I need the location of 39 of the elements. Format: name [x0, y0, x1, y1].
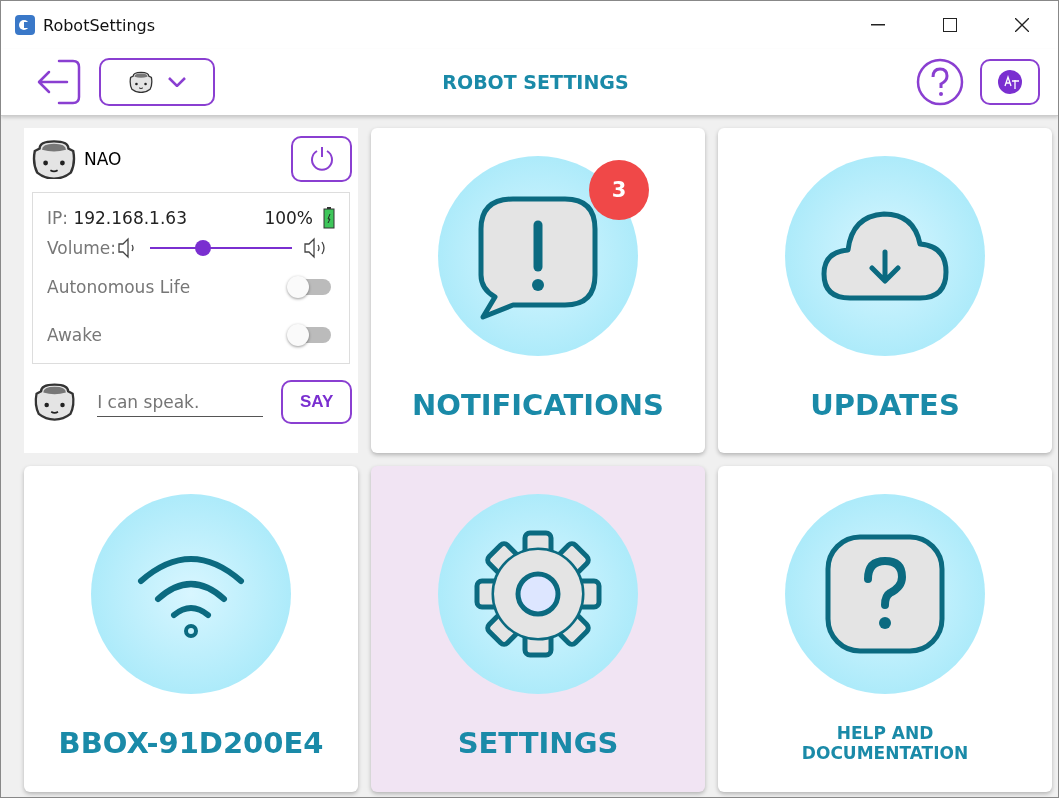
caret-icon	[168, 77, 186, 87]
app-icon	[15, 15, 35, 35]
notifications-tile[interactable]: 3 NOTIFICATIONS	[371, 128, 705, 453]
maximize-icon[interactable]	[943, 18, 957, 32]
gear-icon	[473, 529, 603, 659]
toggle-label: Autonomous Life	[47, 276, 192, 299]
ip-label: IP:	[47, 208, 68, 228]
tile-label: UPDATES	[810, 386, 960, 424]
translate-icon	[997, 69, 1023, 95]
robot-name: NAO	[84, 149, 123, 169]
power-icon	[308, 146, 335, 172]
volume-label: Volume:	[47, 238, 116, 258]
ip-address: 192.168.1.63	[73, 208, 188, 228]
page-title: ROBOT SETTINGS	[441, 71, 630, 93]
close-icon[interactable]	[1015, 18, 1029, 32]
battery-icon	[323, 207, 335, 229]
toggle-label: Awake	[47, 324, 103, 347]
robot-icon	[128, 70, 154, 94]
robot-selector[interactable]	[99, 58, 215, 106]
help-tile[interactable]: HELP AND DOCUMENTATION	[718, 466, 1052, 792]
tile-label: HELP AND DOCUMENTATION	[800, 722, 970, 765]
help-icon[interactable]	[916, 58, 964, 106]
updates-tile[interactable]: UPDATES	[718, 128, 1052, 453]
power-button[interactable]	[291, 136, 352, 182]
speech-input[interactable]: I can speak.	[97, 387, 264, 417]
slider-thumb[interactable]	[195, 240, 212, 256]
logout-icon[interactable]	[37, 59, 81, 105]
window-title: RobotSettings	[43, 15, 157, 35]
tile-label: SETTINGS	[457, 725, 619, 762]
robot-icon	[30, 138, 78, 180]
count-badge: 3	[589, 160, 649, 220]
battery-level: 100%	[264, 208, 313, 228]
minimize-icon[interactable]	[871, 24, 885, 26]
language-button[interactable]	[980, 59, 1040, 105]
tile-label: BBOX-91D200E4	[58, 725, 324, 762]
tile-label: NOTIFICATIONS	[412, 386, 664, 424]
wifi-tile[interactable]: BBOX-91D200E4	[24, 466, 358, 792]
settings-tile[interactable]: SETTINGS	[371, 466, 705, 792]
say-button[interactable]: SAY	[281, 380, 352, 424]
